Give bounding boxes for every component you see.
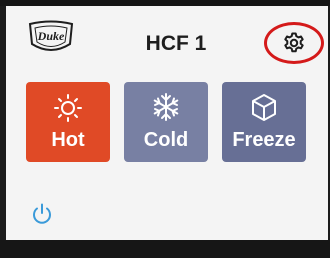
device-bezel-bottom: [0, 240, 330, 258]
duke-logo: Duke: [26, 20, 76, 54]
hot-mode-button[interactable]: Hot: [26, 82, 110, 162]
freeze-mode-button[interactable]: Freeze: [222, 82, 306, 162]
settings-button[interactable]: [264, 22, 324, 64]
unit-title: HCF 1: [145, 32, 207, 55]
gear-icon: [284, 32, 304, 53]
logo-text: Duke: [37, 29, 65, 43]
sun-icon: [54, 94, 82, 122]
cold-mode-button[interactable]: Cold: [124, 82, 208, 162]
power-icon: [33, 203, 51, 224]
power-button[interactable]: [30, 202, 54, 226]
hot-mode-label: Hot: [51, 129, 85, 151]
freeze-mode-label: Freeze: [232, 129, 296, 151]
touch-screen: Duke HCF 1 Hot Cold Freeze: [6, 6, 328, 240]
snowflake-icon: [153, 93, 179, 121]
cube-icon: [252, 94, 276, 121]
cold-mode-label: Cold: [143, 129, 189, 151]
